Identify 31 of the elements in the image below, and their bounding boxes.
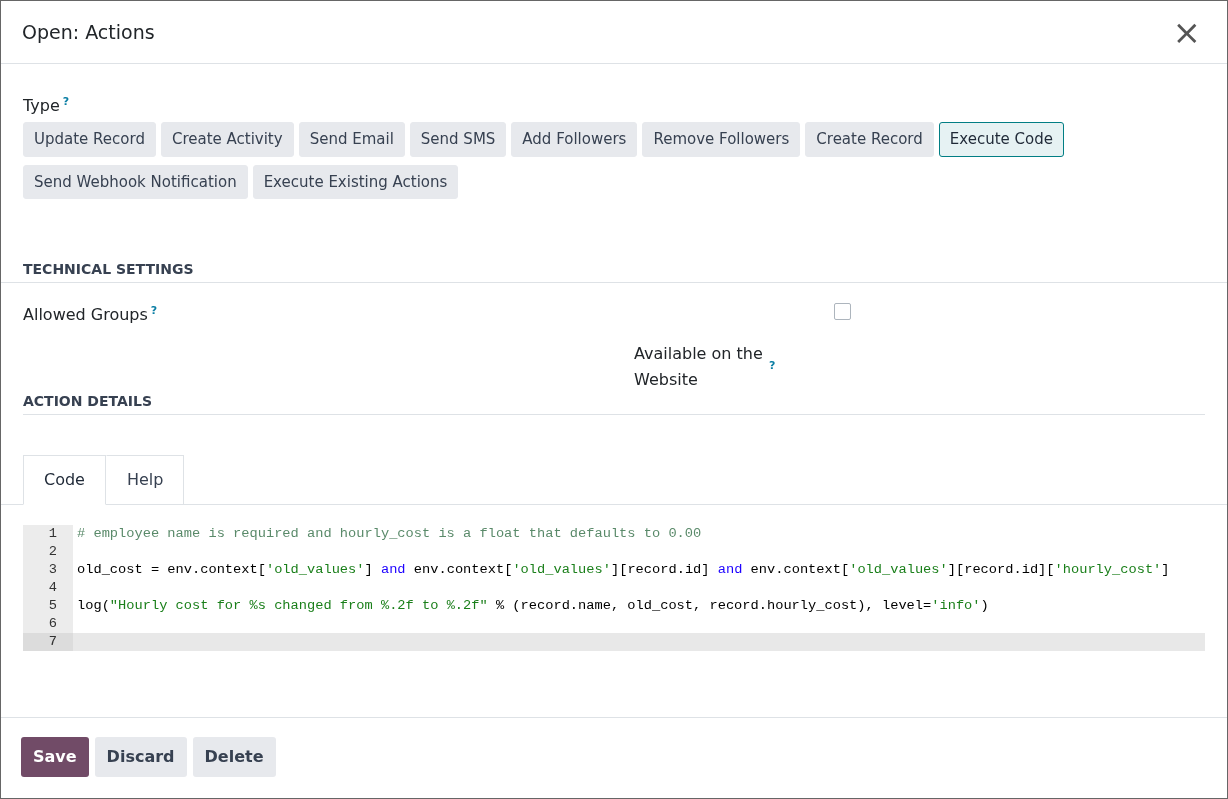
section-heading: TECHNICAL SETTINGS <box>23 261 195 279</box>
footer-button[interactable]: Discard <box>94 737 187 777</box>
code-line: # employee name is required and hourly_cost is a float that defaults to 0.00 <box>76 524 703 543</box>
tab[interactable]: Code <box>23 454 106 505</box>
type-option-button[interactable]: Execute Existing Actions <box>252 164 459 199</box>
footer-button[interactable]: Delete <box>192 737 276 777</box>
type-label: Type <box>23 96 60 115</box>
help-tooltip[interactable]: ? <box>150 303 158 317</box>
help-tooltip[interactable]: ? <box>62 95 70 108</box>
type-option-button[interactable]: Send Email <box>298 122 405 157</box>
checkbox[interactable] <box>834 302 851 320</box>
code-line: old_cost = env.context['old_values'] and env.context['old_values'][record.id] and env.context['old_values'][record.id]['hourly_cost'] <box>76 560 1171 579</box>
section-heading: ACTION DETAILS <box>23 392 154 411</box>
dialog-title: Open: Actions <box>22 20 155 44</box>
type-option-button[interactable]: Remove Followers <box>642 122 801 157</box>
type-option-button[interactable]: Execute Code <box>938 122 1064 157</box>
type-option-button[interactable]: Create Record <box>805 122 934 157</box>
tab[interactable]: Help <box>105 454 185 505</box>
type-option-button[interactable]: Send Webhook Notification <box>23 164 248 199</box>
type-option-button[interactable]: Update Record <box>23 122 156 157</box>
code-line: log("Hourly cost for %s changed from %.2f to %.2f" % (record.name, old_cost, record.hourly_cost), level='info') <box>76 596 990 615</box>
line-number: 1 <box>23 524 73 543</box>
field-label: Available on the Website <box>634 342 764 391</box>
close-button[interactable]: × <box>1166 15 1207 49</box>
field-label: Allowed Groups <box>23 304 148 324</box>
type-option-button[interactable]: Add Followers <box>511 122 638 157</box>
type-option-button[interactable]: Create Activity <box>160 122 294 157</box>
code-editor[interactable] <box>23 524 1205 651</box>
footer-button[interactable]: Save <box>21 737 89 777</box>
type-option-button[interactable]: Send SMS <box>409 122 507 157</box>
help-tooltip[interactable]: ? <box>769 358 776 375</box>
